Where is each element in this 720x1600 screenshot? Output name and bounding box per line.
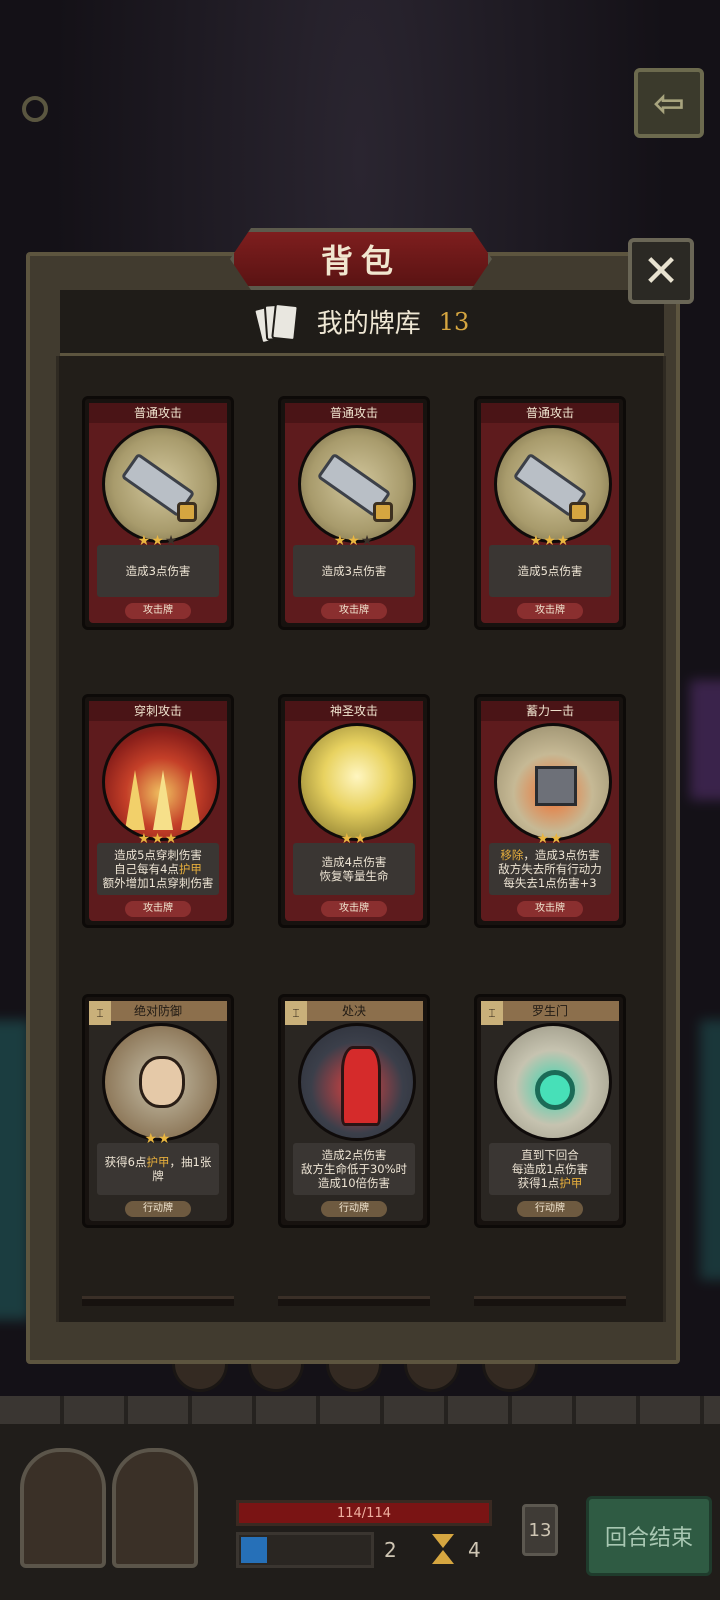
card-peek — [82, 1296, 234, 1306]
background-glow — [690, 680, 720, 800]
card-type: 攻击牌 — [321, 901, 387, 917]
action-type-icon: ⌶ — [89, 1001, 111, 1025]
card-description: 获得6点护甲，抽1张牌 — [97, 1143, 219, 1195]
sword-icon — [298, 425, 416, 543]
deck-count: 13 — [438, 307, 470, 336]
card-description: 造成3点伤害 — [97, 545, 219, 597]
card[interactable]: 处决 ⌶ 造成2点伤害 敌方生命低于30%时 造成10倍伤害 行动牌 — [278, 994, 430, 1228]
card[interactable]: 罗生门 ⌶ 直到下回合 每造成1点伤害 获得1点护甲 行动牌 — [474, 994, 626, 1228]
card-name: 穿刺攻击 — [89, 701, 227, 721]
panel-title-banner: 背包 — [230, 228, 492, 290]
card-name: 普通攻击 — [481, 403, 619, 423]
card-description: 直到下回合 每造成1点伤害 获得1点护甲 — [489, 1143, 611, 1195]
card-name: 普通攻击 — [89, 403, 227, 423]
ring-decoration — [22, 96, 48, 122]
card[interactable]: 普通攻击 ★★★ 造成3点伤害 攻击牌 — [278, 396, 430, 630]
panel-title: 背包 — [320, 242, 401, 280]
brick-border — [0, 1396, 720, 1424]
deck-header: 我的牌库 13 — [60, 290, 664, 356]
card-type: 行动牌 — [125, 1201, 191, 1217]
card[interactable]: 普通攻击 ★★★ 造成3点伤害 攻击牌 — [82, 396, 234, 630]
hammer-icon — [494, 723, 612, 841]
card-peek — [278, 1296, 430, 1306]
card[interactable]: 绝对防御 ⌶ ★★ 获得6点护甲，抽1张牌 行动牌 — [82, 994, 234, 1228]
action-type-icon: ⌶ — [285, 1001, 307, 1025]
card-type: 攻击牌 — [125, 603, 191, 619]
action-type-icon: ⌶ — [481, 1001, 503, 1025]
deck-title: 我的牌库 — [316, 309, 421, 339]
cards-icon — [252, 300, 299, 344]
sword-icon — [494, 425, 612, 543]
spikes-icon — [102, 723, 220, 841]
background-glow — [700, 1020, 720, 1280]
card-description: 移除，造成3点伤害 敌方失去所有行动力 每失去1点伤害+3 — [489, 843, 611, 895]
close-button[interactable]: ✕ — [628, 238, 694, 304]
hp-bar: 114/114 — [236, 1500, 492, 1526]
card-peek — [474, 1296, 626, 1306]
executioner-icon — [298, 1023, 416, 1141]
card-name: 神圣攻击 — [285, 701, 423, 721]
sword-icon — [102, 425, 220, 543]
turn-value: 4 — [468, 1538, 481, 1562]
card-type: 行动牌 — [517, 1201, 583, 1217]
card[interactable]: 神圣攻击 ★★ 造成4点伤害 恢复等量生命 攻击牌 — [278, 694, 430, 928]
hero-portrait[interactable] — [20, 1448, 106, 1568]
card-description: 造成2点伤害 敌方生命低于30%时 造成10倍伤害 — [293, 1143, 415, 1195]
card[interactable]: 普通攻击 ★★★ 造成5点伤害 攻击牌 — [474, 396, 626, 630]
companion-portrait[interactable] — [112, 1448, 198, 1568]
draw-pile-count: 13 — [528, 1519, 552, 1541]
card-description: 造成5点穿刺伤害 自己每有4点护甲 额外增加1点穿刺伤害 — [97, 843, 219, 895]
demon-gate-icon — [494, 1023, 612, 1141]
energy-value: 2 — [384, 1538, 397, 1562]
card-description: 造成3点伤害 — [293, 545, 415, 597]
card-type: 行动牌 — [321, 1201, 387, 1217]
hp-text: 114/114 — [336, 1505, 391, 1521]
card[interactable]: 穿刺攻击 ★★★ 造成5点穿刺伤害 自己每有4点护甲 额外增加1点穿刺伤害 攻击牌 — [82, 694, 234, 928]
back-button[interactable]: ⇦ — [634, 68, 704, 138]
energy-bar — [236, 1532, 374, 1568]
back-arrow-icon: ⇦ — [653, 81, 685, 125]
holy-light-icon — [298, 723, 416, 841]
card-type: 攻击牌 — [517, 603, 583, 619]
card-type: 攻击牌 — [125, 901, 191, 917]
card-description: 造成5点伤害 — [489, 545, 611, 597]
card-name: 普通攻击 — [285, 403, 423, 423]
card-name: 蓄力一击 — [481, 701, 619, 721]
hourglass-icon — [432, 1534, 454, 1564]
close-icon: ✕ — [642, 245, 680, 297]
end-turn-button[interactable]: 回合结束 — [586, 1496, 712, 1576]
energy-fill — [241, 1537, 267, 1563]
card-description: 造成4点伤害 恢复等量生命 — [293, 843, 415, 895]
card-type: 攻击牌 — [517, 901, 583, 917]
card-type: 攻击牌 — [321, 603, 387, 619]
end-turn-label: 回合结束 — [604, 1526, 693, 1551]
draw-pile-button[interactable]: 13 — [522, 1504, 558, 1556]
dwarf-shield-icon — [102, 1023, 220, 1141]
card[interactable]: 蓄力一击 ★★ 移除，造成3点伤害 敌方失去所有行动力 每失去1点伤害+3 攻击牌 — [474, 694, 626, 928]
